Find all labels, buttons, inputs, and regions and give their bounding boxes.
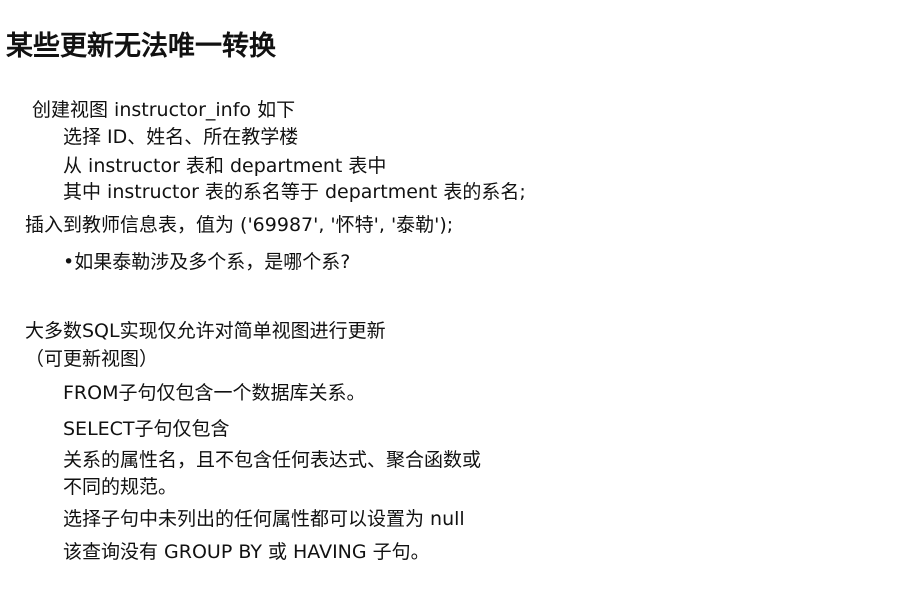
slide-title: 某些更新无法唯一转换 — [6, 31, 276, 62]
rule-attributes-line-2: 不同的规范。 — [63, 476, 178, 498]
rule-group-by-having: 该查询没有 GROUP BY 或 HAVING 子句。 — [63, 541, 430, 563]
sql-heading-line-1: 大多数SQL实现仅允许对简单视图进行更新 — [25, 320, 386, 342]
rule-from-clause: FROM子句仅包含一个数据库关系。 — [63, 382, 366, 404]
view-example-line-2: 选择 ID、姓名、所在教学楼 — [63, 126, 299, 148]
sql-heading-line-2: （可更新视图） — [25, 348, 159, 370]
view-example-line-3: 从 instructor 表和 department 表中 — [63, 155, 387, 177]
ambiguity-question: •如果泰勒涉及多个系，是哪个系? — [63, 251, 351, 273]
rule-attributes-line-1: 关系的属性名，且不包含任何表达式、聚合函数或 — [63, 449, 482, 471]
rule-null-attributes: 选择子句中未列出的任何属性都可以设置为 null — [63, 508, 465, 530]
insert-statement: 插入到教师信息表，值为 ('69987', '怀特', '泰勒'); — [25, 214, 454, 236]
rule-select-clause: SELECT子句仅包含 — [63, 418, 230, 440]
view-example-line-4: 其中 instructor 表的系名等于 department 表的系名; — [63, 181, 526, 203]
view-example-line-1: 创建视图 instructor_info 如下 — [32, 99, 296, 121]
